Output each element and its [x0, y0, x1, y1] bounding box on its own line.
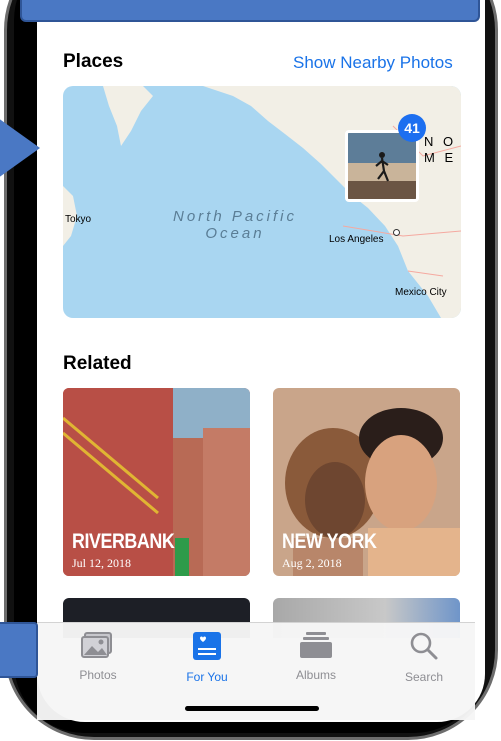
tab-for-you[interactable]: For You — [162, 631, 252, 684]
map-photo-count-badge: 41 — [398, 114, 426, 142]
runner-silhouette — [348, 133, 416, 199]
show-nearby-photos-link[interactable]: Show Nearby Photos — [293, 53, 453, 73]
tab-search-label: Search — [404, 670, 444, 684]
places-title: Places — [63, 51, 124, 72]
related-card-riverbank[interactable]: RIVERBANK Jul 12, 2018 — [63, 388, 250, 576]
albums-icon — [300, 632, 332, 658]
tab-photos[interactable]: Photos — [53, 631, 143, 682]
home-indicator — [185, 706, 319, 711]
related-card-new-york[interactable]: NEW YORK Aug 2, 2018 — [273, 388, 460, 576]
tab-photos-label: Photos — [79, 668, 117, 682]
tab-albums-label: Albums — [295, 668, 336, 682]
photos-icon — [81, 632, 112, 658]
tab-for-you-label: For You — [186, 670, 228, 684]
ocean-line-2: Ocean — [205, 225, 265, 242]
ocean-line-1: North Pacific — [172, 208, 298, 225]
map-label-los-angeles: Los Angeles — [329, 234, 384, 245]
new-york-date: Aug 2, 2018 — [282, 556, 342, 570]
tab-albums[interactable]: Albums — [271, 631, 361, 682]
riverbank-title: RIVERBANK — [72, 530, 175, 553]
annotation-callout-top — [20, 0, 480, 22]
map-label-ocean: North Pacific Ocean — [155, 208, 315, 242]
related-title: Related — [63, 353, 132, 374]
places-map[interactable]: Tokyo North Pacific Ocean Los Angeles Me… — [63, 86, 461, 318]
for-you-icon — [193, 632, 221, 660]
riverbank-date: Jul 12, 2018 — [72, 556, 132, 570]
map-label-mexico-city: Mexico City — [395, 287, 447, 298]
search-icon — [410, 632, 438, 660]
map-label-north-america-2: M E — [424, 150, 457, 165]
los-angeles-marker — [393, 229, 400, 236]
annotation-callout-bottom — [0, 622, 38, 678]
map-label-tokyo: Tokyo — [65, 214, 92, 225]
tab-search[interactable]: Search — [379, 631, 469, 684]
map-label-north-america-1: N O — [424, 134, 457, 149]
new-york-title: NEW YORK — [282, 530, 377, 553]
